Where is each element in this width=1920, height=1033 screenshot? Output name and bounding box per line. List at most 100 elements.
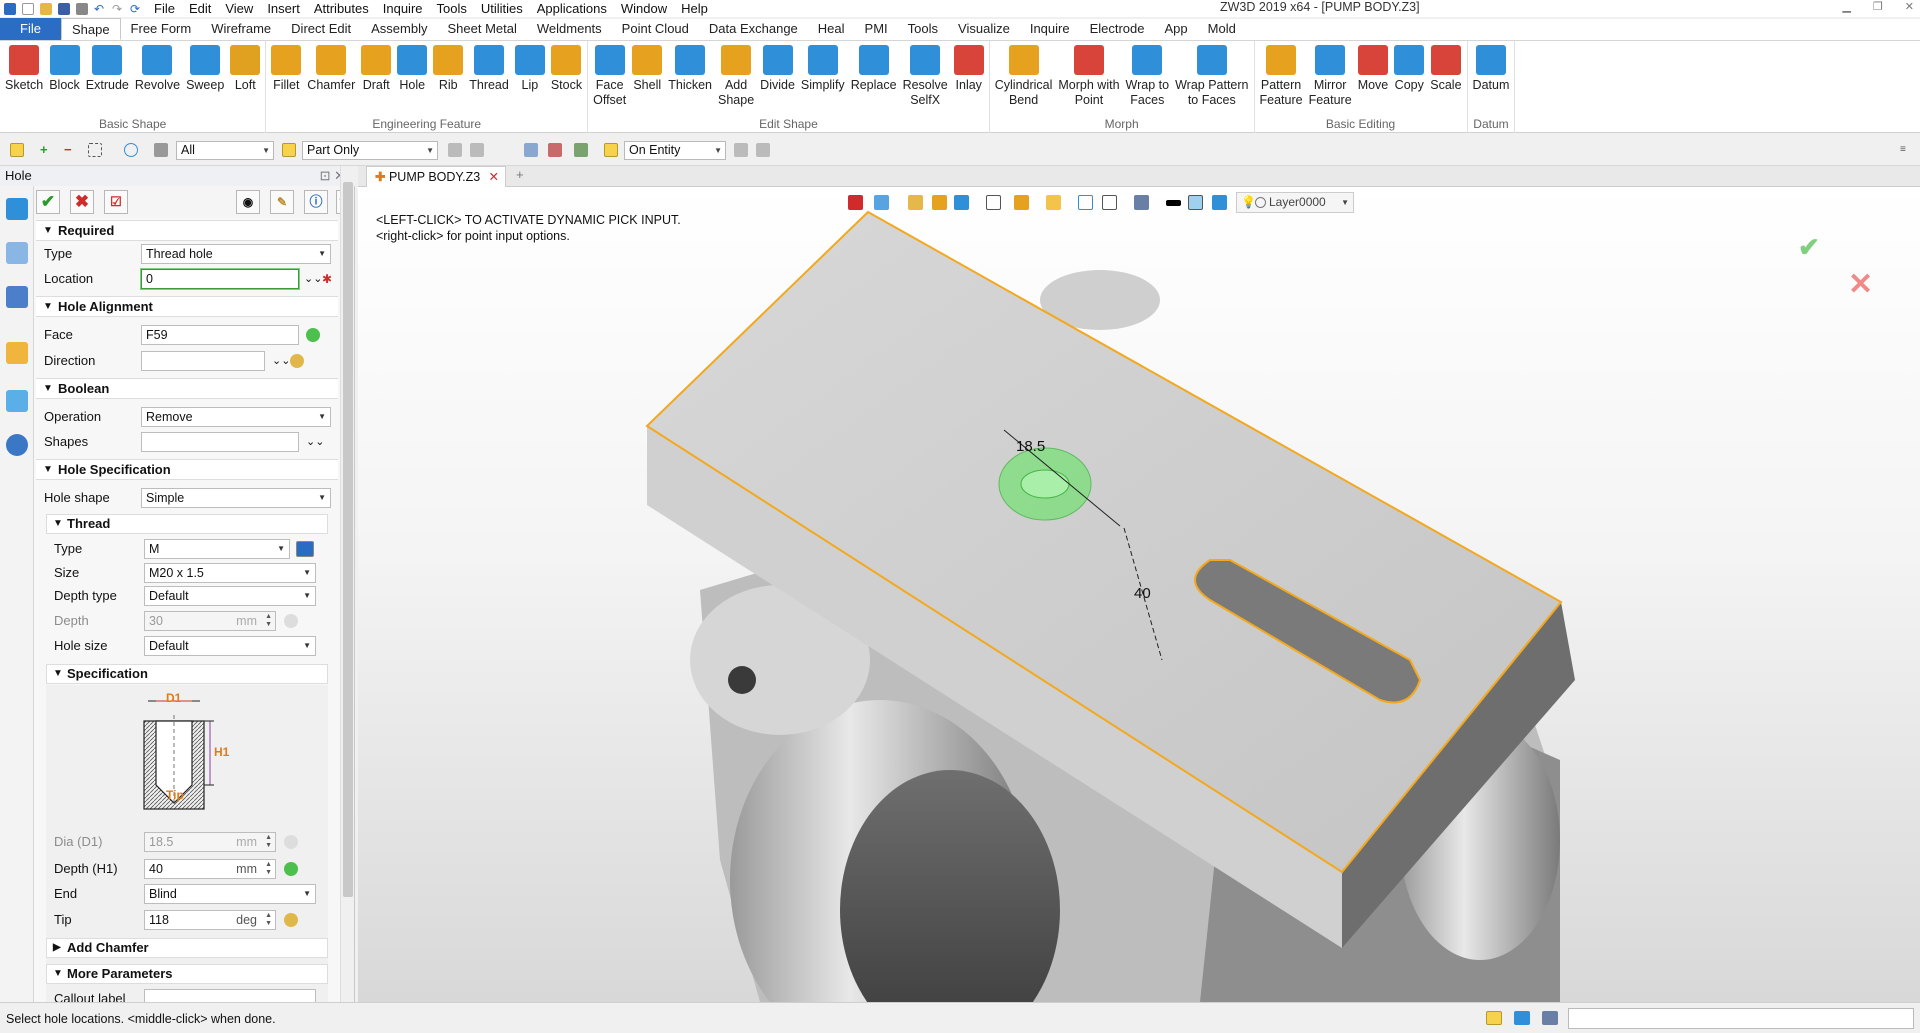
- snap-icon[interactable]: [734, 143, 748, 157]
- tab-direct-edit[interactable]: Direct Edit: [281, 18, 361, 40]
- size-select[interactable]: M20 x 1.5 ▼: [144, 563, 316, 583]
- depth-type-select[interactable]: Default ▼: [144, 586, 316, 606]
- menu-attributes[interactable]: Attributes: [314, 0, 369, 17]
- command-input[interactable]: [1568, 1008, 1914, 1029]
- section-boolean[interactable]: ▼ Boolean: [36, 378, 338, 399]
- select-arrow-icon[interactable]: [10, 143, 24, 157]
- part-scope-icon[interactable]: [282, 143, 296, 157]
- list-icon[interactable]: [1542, 1011, 1558, 1025]
- expand-options-icon[interactable]: ⌄⌄: [272, 354, 290, 368]
- tab-weldments[interactable]: Weldments: [527, 18, 612, 40]
- tip-input[interactable]: 118 deg ▲ ▼: [144, 910, 276, 930]
- menu-file[interactable]: File: [154, 0, 175, 17]
- depth-dimension[interactable]: 40: [1134, 585, 1151, 602]
- hide-icon[interactable]: [448, 143, 462, 157]
- spinner-icon[interactable]: ▲ ▼: [265, 912, 272, 928]
- filter-icon[interactable]: [154, 143, 168, 157]
- tab-app[interactable]: App: [1155, 18, 1198, 40]
- hole-size-select[interactable]: Default ▼: [144, 636, 316, 656]
- pick-combo[interactable]: On Entity ▼: [624, 141, 726, 160]
- direction-input[interactable]: [141, 351, 265, 371]
- history-icon[interactable]: [574, 143, 588, 157]
- pick-point-icon[interactable]: ✱: [322, 272, 336, 286]
- subsection-specification[interactable]: ▼ Specification: [46, 664, 328, 684]
- polygon-select-icon[interactable]: [124, 143, 138, 157]
- refresh-icon[interactable]: ⟳: [130, 3, 142, 15]
- menu-inquire[interactable]: Inquire: [383, 0, 423, 17]
- view-manager-icon[interactable]: [6, 390, 28, 412]
- tab-data-exchange[interactable]: Data Exchange: [699, 18, 808, 40]
- show-icon[interactable]: [470, 143, 484, 157]
- undo-icon[interactable]: ↶: [94, 3, 106, 15]
- panel-scrollbar[interactable]: [340, 166, 354, 1002]
- apply-button[interactable]: ☑: [104, 190, 128, 214]
- tab-assembly[interactable]: Assembly: [361, 18, 437, 40]
- shapes-input[interactable]: [141, 432, 299, 452]
- expand-options-icon[interactable]: ⌄⌄: [304, 272, 322, 286]
- section-hole-alignment[interactable]: ▼ Hole Alignment: [36, 296, 338, 317]
- tree-manager-icon[interactable]: [6, 286, 28, 308]
- subsection-thread[interactable]: ▼ Thread: [46, 514, 328, 534]
- tab-visualize[interactable]: Visualize: [948, 18, 1020, 40]
- monitor-icon[interactable]: [1514, 1011, 1530, 1025]
- direction-pick-icon[interactable]: [290, 354, 304, 368]
- face-input[interactable]: F59: [141, 325, 299, 345]
- section-hole-specification[interactable]: ▼ Hole Specification: [36, 459, 338, 480]
- menu-help[interactable]: Help: [681, 0, 708, 17]
- history-manager-icon[interactable]: [6, 198, 28, 220]
- pick-mode-icon[interactable]: [604, 143, 618, 157]
- new-tab-icon[interactable]: +: [516, 167, 524, 182]
- tab-inquire[interactable]: Inquire: [1020, 18, 1080, 40]
- tab-free-form[interactable]: Free Form: [121, 18, 202, 40]
- face-pick-icon[interactable]: [306, 328, 320, 342]
- tab-electrode[interactable]: Electrode: [1080, 18, 1155, 40]
- tab-sheet-metal[interactable]: Sheet Metal: [438, 18, 527, 40]
- box-select-icon[interactable]: [88, 143, 102, 157]
- type-select[interactable]: Thread hole ▼: [141, 244, 331, 264]
- list-select-icon[interactable]: [524, 143, 538, 157]
- menu-applications[interactable]: Applications: [537, 0, 607, 17]
- spinner-icon[interactable]: ▲ ▼: [265, 861, 272, 877]
- add-icon[interactable]: +: [40, 143, 54, 157]
- location-input[interactable]: 0: [141, 269, 299, 289]
- remove-icon[interactable]: −: [64, 143, 78, 157]
- menu-tools[interactable]: Tools: [437, 0, 467, 17]
- subsection-add-chamfer[interactable]: ▶ Add Chamfer: [46, 938, 328, 958]
- diameter-dimension[interactable]: 18.5: [1016, 438, 1045, 455]
- callout-input[interactable]: [144, 989, 316, 1002]
- user-icon[interactable]: [6, 434, 28, 456]
- print-icon[interactable]: [76, 2, 88, 15]
- tab-close-icon[interactable]: ✕: [489, 167, 499, 187]
- depth-h1-pick-icon[interactable]: [284, 862, 298, 876]
- open-file-icon[interactable]: [40, 2, 52, 15]
- subsection-more-parameters[interactable]: ▼ More Parameters: [46, 964, 328, 984]
- brush-icon[interactable]: ✎: [270, 190, 294, 214]
- expand-options-icon[interactable]: ⌄⌄: [306, 435, 324, 449]
- menu-edit[interactable]: Edit: [189, 0, 211, 17]
- tip-pick-icon[interactable]: [284, 913, 298, 927]
- tab-point-cloud[interactable]: Point Cloud: [612, 18, 699, 40]
- part-manager-icon[interactable]: [6, 342, 28, 364]
- redo-icon[interactable]: ↷: [112, 3, 124, 15]
- minimize-icon[interactable]: ▁: [1842, 0, 1850, 13]
- tab-wireframe[interactable]: Wireframe: [201, 18, 281, 40]
- scroll-thumb[interactable]: [343, 182, 353, 897]
- list-filter-icon[interactable]: [548, 143, 562, 157]
- restore-icon[interactable]: ❐: [1873, 0, 1883, 13]
- menu-utilities[interactable]: Utilities: [481, 0, 523, 17]
- tab-heal[interactable]: Heal: [808, 18, 855, 40]
- tab-mold[interactable]: Mold: [1198, 18, 1246, 40]
- cancel-button[interactable]: ✖: [70, 190, 94, 214]
- scope-combo[interactable]: Part Only ▼: [302, 141, 438, 160]
- save-icon[interactable]: [58, 2, 70, 15]
- layout-icon[interactable]: [1486, 1011, 1502, 1025]
- depth-h1-input[interactable]: 40 mm ▲ ▼: [144, 859, 276, 879]
- tab-pmi[interactable]: PMI: [855, 18, 898, 40]
- tab-tools[interactable]: Tools: [898, 18, 948, 40]
- menu-window[interactable]: Window: [621, 0, 667, 17]
- assembly-manager-icon[interactable]: [6, 242, 28, 264]
- operation-select[interactable]: Remove ▼: [141, 407, 331, 427]
- thread-type-select[interactable]: M ▼: [144, 539, 290, 559]
- tab-shape[interactable]: Shape: [60, 18, 121, 40]
- tab-pump-body[interactable]: ✚ PUMP BODY.Z3 ✕: [366, 166, 506, 187]
